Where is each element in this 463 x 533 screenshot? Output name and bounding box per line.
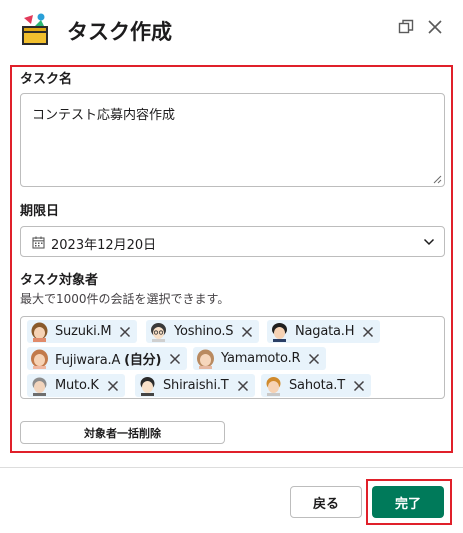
assignee-name: Muto.K [55, 378, 99, 393]
assignee-name: Yoshino.S [174, 324, 234, 339]
remove-icon[interactable] [239, 324, 255, 340]
remove-icon[interactable] [235, 378, 251, 394]
assignee-chip: Muto.K [27, 374, 125, 397]
dialog-title: タスク作成 [67, 20, 172, 44]
assignee-name: Fujiwara.A (自分) [55, 353, 162, 368]
assignees-label: タスク対象者 [20, 273, 99, 288]
remove-icon[interactable] [105, 378, 121, 394]
back-button[interactable]: 戻る [290, 486, 362, 518]
remove-icon[interactable] [351, 378, 367, 394]
assignee-name: Yamamoto.R [221, 351, 301, 366]
chevron-down-icon [423, 238, 435, 246]
remove-icon[interactable] [306, 351, 322, 367]
dialog-header: タスク作成 [0, 0, 463, 58]
assignee-name: Nagata.H [295, 324, 355, 339]
assignee-chip: Sahota.T [261, 374, 371, 397]
assignee-name: Sahota.T [289, 378, 345, 393]
remove-icon[interactable] [117, 324, 133, 340]
task-name-label: タスク名 [20, 72, 73, 87]
close-icon[interactable] [426, 18, 444, 36]
due-date-select[interactable]: 2023年12月20日 [20, 226, 445, 257]
assignee-chip: Shiraishi.T [135, 374, 255, 397]
assignee-name: Suzuki.M [55, 324, 112, 339]
remove-icon[interactable] [360, 324, 376, 340]
done-button[interactable]: 完了 [372, 486, 444, 518]
avatar-muto [32, 377, 47, 396]
avatar-shiraishi [140, 376, 155, 396]
avatar-yamamoto [197, 349, 214, 369]
self-tag: (自分) [124, 353, 162, 368]
assignee-chip: Nagata.H [267, 320, 381, 343]
due-date-label: 期限日 [20, 204, 60, 219]
remove-icon[interactable] [167, 351, 183, 367]
resize-grip-icon[interactable] [433, 175, 442, 184]
avatar-suzuki [31, 322, 48, 342]
footer-divider [0, 467, 463, 468]
assignee-chip: Suzuki.M [27, 320, 138, 343]
assignee-name: Shiraishi.T [163, 378, 229, 393]
task-name-field[interactable]: コンテスト応募内容作成 [20, 93, 445, 187]
shapes-box-icon [22, 13, 48, 45]
assignee-chip: Yoshino.S [146, 320, 260, 343]
calendar-icon [32, 236, 45, 249]
due-date-value: 2023年12月20日 [51, 238, 157, 253]
clear-assignees-button[interactable]: 対象者一括削除 [20, 421, 225, 444]
avatar-nagata [272, 322, 287, 342]
assignees-picker[interactable]: Suzuki.M Yoshino.S Nagata.H Fujiwara.A (… [20, 316, 445, 399]
avatar-yoshino [151, 322, 166, 342]
assignee-chip: Fujiwara.A (自分) [27, 347, 188, 370]
assignees-helper-text: 最大で1000件の会話を選択できます。 [20, 292, 230, 306]
avatar-fujiwara [31, 349, 48, 369]
copy-window-icon[interactable] [397, 18, 415, 36]
assignee-chip: Yamamoto.R [193, 347, 327, 370]
avatar-sahota [266, 376, 281, 396]
